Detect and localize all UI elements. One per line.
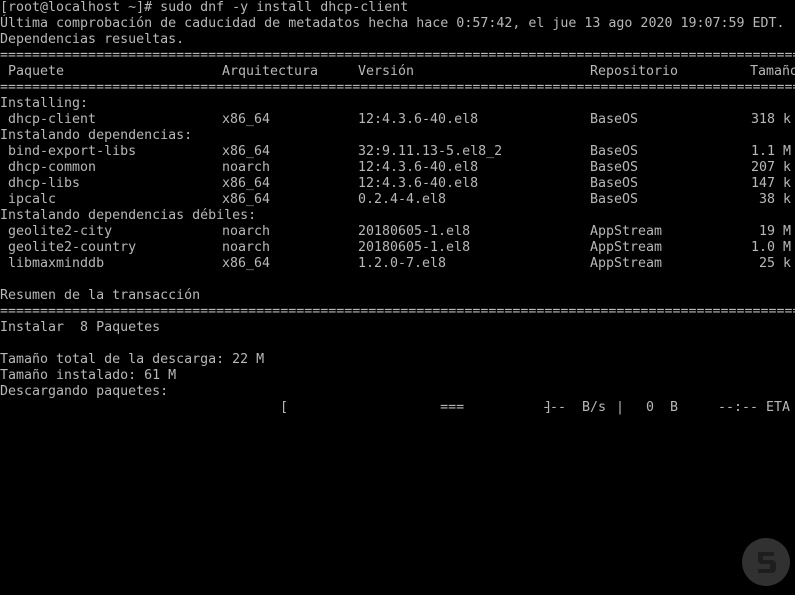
package-name: dhcp-libs <box>0 176 81 191</box>
package-repo: BaseOS <box>590 176 639 191</box>
header-version: Versión <box>358 64 415 79</box>
package-size: 1.0 M <box>750 240 791 255</box>
package-name: bind-export-libs <box>0 144 137 159</box>
package-version: 20180605-1.el8 <box>358 240 471 255</box>
section-dependencies: Instalando dependencias: <box>0 128 193 143</box>
header-size: Tamaño <box>750 64 795 79</box>
summary-title: Resumen de la transacción <box>0 288 201 303</box>
package-version: 12:4.3.6-40.el8 <box>358 176 479 191</box>
downloaded-bytes: 0 B <box>646 400 679 415</box>
package-name: libmaxminddb <box>0 256 105 271</box>
progress-pipe: | <box>616 400 625 415</box>
package-name: geolite2-country <box>0 240 137 255</box>
header-arch: Arquitectura <box>222 64 319 79</box>
package-size: 19 M <box>758 224 791 239</box>
package-name: dhcp-client <box>0 112 97 127</box>
command-prompt-line: [root@localhost ~]# sudo dnf -y install … <box>0 0 409 15</box>
watermark-logo-icon <box>741 537 791 587</box>
terminal-window[interactable]: [root@localhost ~]# sudo dnf -y install … <box>0 0 795 595</box>
package-arch: noarch <box>222 224 271 239</box>
package-repo: AppStream <box>590 224 663 239</box>
installed-size: Tamaño instalado: 61 M <box>0 368 177 383</box>
package-repo: BaseOS <box>590 144 639 159</box>
package-size: 207 k <box>750 160 791 175</box>
package-repo: BaseOS <box>590 192 639 207</box>
progress-bar: [ === ] <box>280 400 553 415</box>
section-installing: Installing: <box>0 96 89 111</box>
package-arch: x86_64 <box>222 256 271 271</box>
package-version: 0.2.4-4.el8 <box>358 192 447 207</box>
package-repo: AppStream <box>590 240 663 255</box>
separator-line: ========================================… <box>0 80 795 95</box>
package-repo: BaseOS <box>590 112 639 127</box>
package-arch: x86_64 <box>222 144 271 159</box>
install-count: Instalar 8 Paquetes <box>0 320 161 335</box>
package-arch: noarch <box>222 160 271 175</box>
package-repo: AppStream <box>590 256 663 271</box>
separator-line: ========================================… <box>0 48 795 63</box>
package-arch: x86_64 <box>222 112 271 127</box>
package-size: 318 k <box>750 112 791 127</box>
separator-line: ========================================… <box>0 304 795 319</box>
download-rate: --- B/s <box>542 400 607 415</box>
package-name: ipcalc <box>0 192 57 207</box>
package-version: 1.2.0-7.el8 <box>358 256 447 271</box>
metadata-line: Última comprobación de caducidad de meta… <box>0 16 785 31</box>
package-size: 1.1 M <box>750 144 791 159</box>
package-name: geolite2-city <box>0 224 113 239</box>
package-version: 12:4.3.6-40.el8 <box>358 160 479 175</box>
package-size: 147 k <box>750 176 791 191</box>
package-arch: noarch <box>222 240 271 255</box>
header-repo: Repositorio <box>590 64 679 79</box>
package-repo: BaseOS <box>590 160 639 175</box>
package-version: 32:9.11.13-5.el8_2 <box>358 144 503 159</box>
package-size: 25 k <box>758 256 791 271</box>
package-version: 20180605-1.el8 <box>358 224 471 239</box>
package-arch: x86_64 <box>222 176 271 191</box>
header-package: Paquete <box>0 64 65 79</box>
package-name: dhcp-common <box>0 160 97 175</box>
package-version: 12:4.3.6-40.el8 <box>358 112 479 127</box>
package-arch: x86_64 <box>222 192 271 207</box>
downloading-label: Descargando paquetes: <box>0 384 169 399</box>
total-download-size: Tamaño total de la descarga: 22 M <box>0 352 265 367</box>
dependencies-resolved-line: Dependencias resueltas. <box>0 32 185 47</box>
section-weak-dependencies: Instalando dependencias débiles: <box>0 208 257 223</box>
package-size: 38 k <box>758 192 791 207</box>
eta: --:-- ETA <box>718 400 791 415</box>
